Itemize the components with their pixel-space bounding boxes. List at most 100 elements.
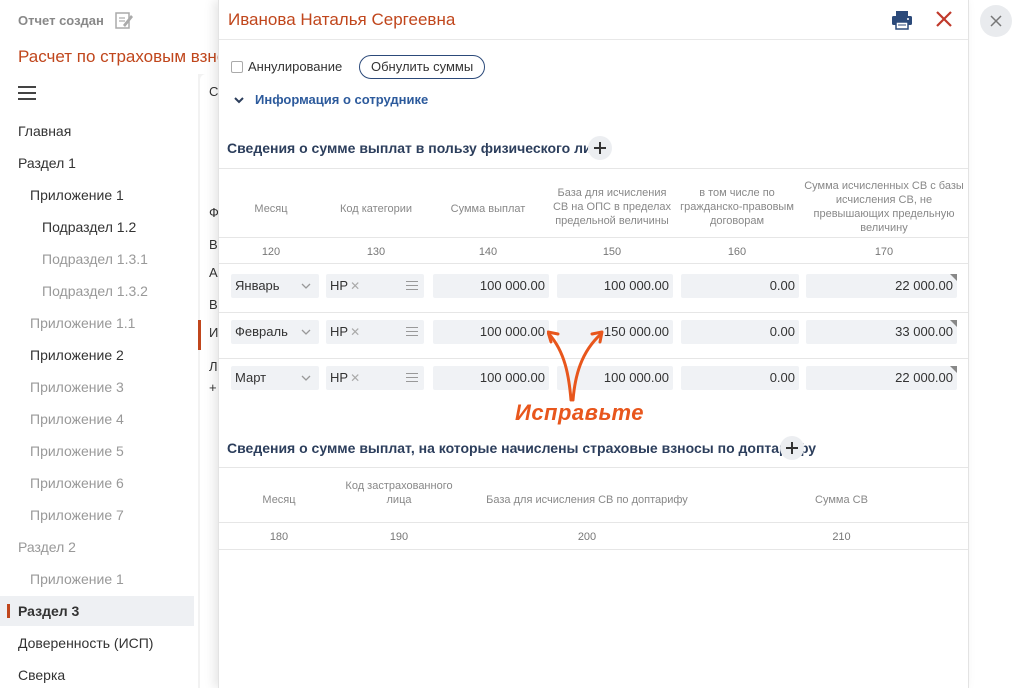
col-number: 210 [832,531,851,543]
add-payment-button[interactable] [588,136,612,160]
sidebar-item[interactable]: Приложение 2 [30,347,124,363]
panel-title: Иванова Наталья Сергеевна [228,10,456,29]
sidebar-item[interactable]: Приложение 1 [30,187,124,203]
divider [219,467,968,468]
background-row-marker [198,320,201,350]
payment-sum-input[interactable]: 100 000.00 [433,366,549,390]
month-select[interactable]: Февраль [231,320,319,344]
sidebar-item[interactable]: Доверенность (ИСП) [18,635,153,651]
col-number: 200 [577,531,597,543]
close-icon[interactable] [934,9,954,29]
col-number: 130 [366,246,386,258]
payment-sum-input[interactable]: 100 000.00 [433,320,549,344]
employee-info-label: Информация о сотруднике [255,92,429,107]
sidebar-item[interactable]: Приложение 1.1 [30,315,135,331]
background-card-char: + [209,380,217,395]
category-code-field[interactable]: НР ✕ [326,366,424,390]
ops-base-input[interactable]: 100 000.00 [557,274,673,298]
background-card-char: В [209,297,218,312]
sidebar-item[interactable]: Приложение 4 [30,411,124,427]
remove-tag-icon[interactable]: ✕ [350,325,360,339]
divider [219,237,968,238]
payment-sum-input[interactable]: 100 000.00 [433,274,549,298]
background-card-char: С [209,84,219,99]
contribution-input[interactable]: 22 000.00 [806,274,957,298]
drag-handle-icon[interactable] [406,373,418,383]
close-side-button[interactable] [980,5,1012,37]
employee-panel: Иванова Наталья Сергеевна Аннулирование … [218,0,969,688]
sidebar-item[interactable]: Сверка [18,667,65,683]
month-select[interactable]: Январь [231,274,319,298]
sidebar-item[interactable]: Приложение 1 [30,571,124,587]
col-header-base: База для исчисления СВ на ОПС в пределах… [552,187,672,227]
sidebar-item[interactable]: Приложение 6 [30,475,124,491]
col-header-extra-sum: Сумма СВ [815,494,868,506]
annul-label: Аннулирование [248,59,343,74]
sidebar-item[interactable]: Раздел 1 [18,155,76,171]
col-header-contrib: Сумма исчисленных СВ с базы исчисления С… [804,180,964,234]
sidebar-item[interactable]: Раздел 3 [18,603,79,619]
drag-handle-icon[interactable] [406,327,418,337]
chevron-down-icon [301,375,311,381]
employee-info-toggle[interactable]: Информация о сотруднике [233,92,428,107]
gpd-input[interactable]: 0.00 [681,320,799,344]
sidebar-item[interactable]: Приложение 3 [30,379,124,395]
background-card-char: И [209,325,219,340]
col-number: 140 [478,246,498,258]
gpd-input[interactable]: 0.00 [681,274,799,298]
col-header-person-code: Код застрахованного лица [345,480,453,506]
chevron-down-icon [301,283,311,289]
sidebar-item[interactable]: Раздел 2 [18,539,76,555]
drag-handle-icon[interactable] [406,281,418,291]
category-code-field[interactable]: НР ✕ [326,320,424,344]
annotation-arrow-icon [547,330,604,402]
remove-tag-icon[interactable]: ✕ [350,371,360,385]
col-header-code: Код категории [339,203,412,215]
col-number: 170 [874,246,894,258]
col-header-month: Месяц [262,494,296,506]
print-icon[interactable] [891,10,913,30]
col-number: 190 [389,531,409,543]
section2-title: Сведения о сумме выплат, на которые начи… [227,440,817,456]
annul-checkbox-row: Аннулирование [231,59,342,74]
chevron-down-icon [234,96,244,103]
menu-icon[interactable] [18,86,36,102]
col-header-sum: Сумма выплат [450,203,526,215]
col-header-gpd: в том числе по гражданско-правовым догов… [680,187,794,227]
close-icon [990,15,1002,27]
divider [219,522,968,523]
category-code-field[interactable]: НР ✕ [326,274,424,298]
gpd-input[interactable]: 0.00 [681,366,799,390]
zero-sums-button[interactable]: Обнулить суммы [359,55,486,79]
contribution-input[interactable]: 33 000.00 [806,320,957,344]
annotation-text: Исправьте [515,400,644,425]
annul-checkbox[interactable] [231,60,243,73]
sidebar-item[interactable]: Приложение 7 [30,507,124,523]
col-header-month: Месяц [254,203,288,215]
sidebar-item[interactable]: Подраздел 1.2 [42,219,136,235]
col-header-extra-base: База для исчисления СВ по доптарифу [486,494,688,506]
month-value: Март [235,370,267,385]
section1-title: Сведения о сумме выплат в пользу физичес… [227,140,609,156]
divider [219,263,968,264]
sidebar-item[interactable]: Подраздел 1.3.2 [42,283,148,299]
sidebar-item[interactable]: Подраздел 1.3.1 [42,251,148,267]
sidebar-item[interactable]: Главная [18,123,71,139]
divider [219,549,968,550]
sidebar-item[interactable]: Приложение 5 [30,443,124,459]
panel-header: Иванова Наталья Сергеевна [219,0,968,40]
add-extra-tariff-button[interactable] [780,436,804,460]
edit-icon[interactable] [113,9,135,31]
background-card-char: Л [209,359,218,374]
col-number: 160 [727,246,747,258]
month-select[interactable]: Март [231,366,319,390]
category-code-value: НР [330,278,349,293]
remove-tag-icon[interactable]: ✕ [350,279,360,293]
contribution-input[interactable]: 22 000.00 [806,366,957,390]
background-card-char: А [209,265,218,280]
report-title: Расчет по страховым взносам [18,47,218,66]
month-value: Февраль [235,324,288,339]
col-number: 120 [261,246,281,258]
category-code-value: НР [330,324,349,339]
col-number: 180 [269,531,289,543]
